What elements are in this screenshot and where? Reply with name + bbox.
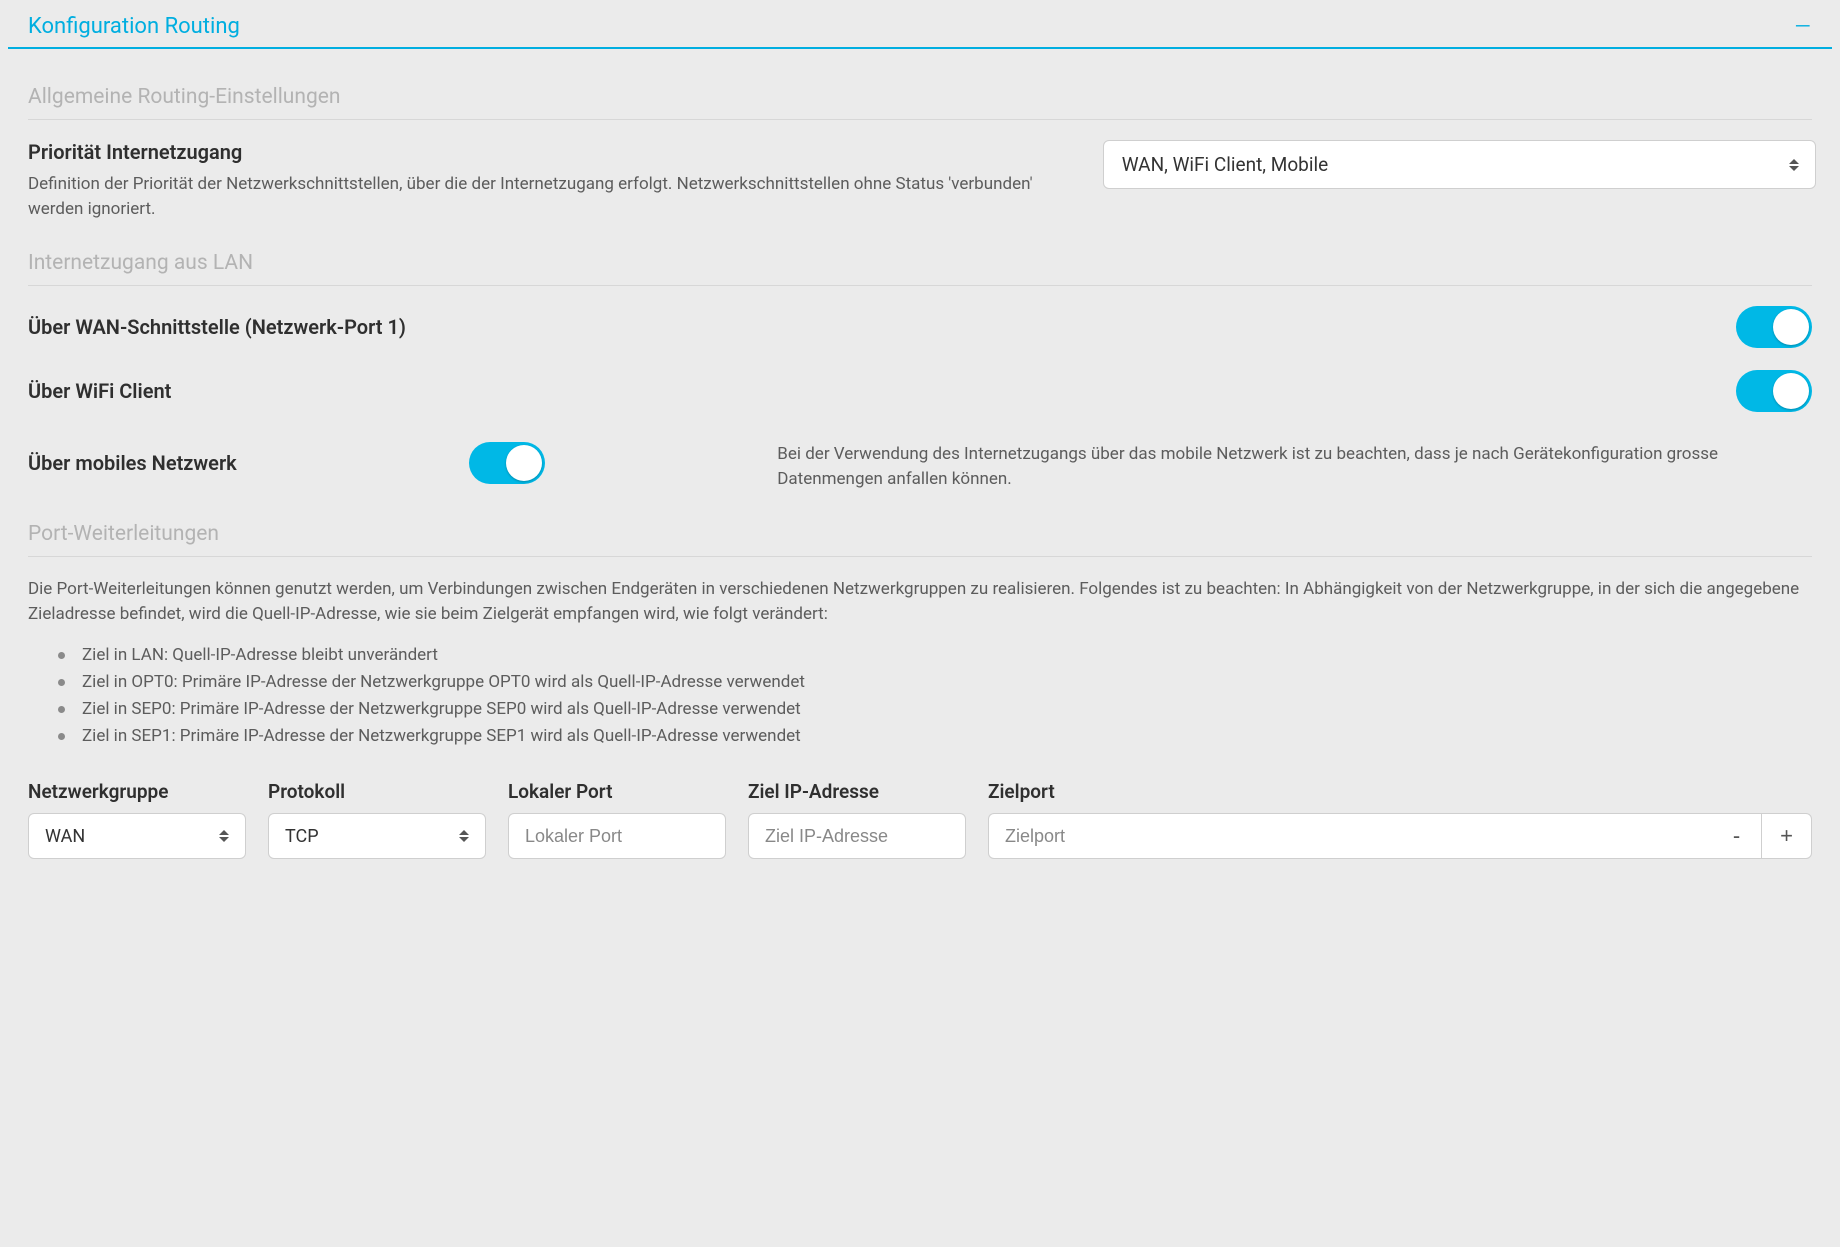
pf-targetport-group: - + [988, 813, 1812, 859]
section-general-heading: Allgemeine Routing-Einstellungen [28, 85, 1812, 120]
pf-col-targetip: Ziel IP-Adresse [748, 780, 966, 859]
section-lan-heading: Internetzugang aus LAN [28, 251, 1812, 286]
pf-netgroup-value: WAN [45, 826, 85, 847]
mobile-toggle-desc: Bei der Verwendung des Internetzugangs ü… [777, 442, 1812, 491]
chevron-updown-icon [1789, 158, 1799, 172]
routing-config-panel: Konfiguration Routing – Allgemeine Routi… [0, 0, 1840, 879]
mobile-toggle-label: Über mobiles Netzwerk [28, 451, 237, 475]
pf-localport-input[interactable] [508, 813, 726, 859]
mobile-toggle-row: Über mobiles Netzwerk Bei der Verwendung… [28, 434, 1812, 491]
priority-right: WAN, WiFi Client, Mobile [1103, 140, 1817, 189]
priority-select-value: WAN, WiFi Client, Mobile [1122, 153, 1328, 176]
toggle-knob [1773, 373, 1809, 409]
pf-col-targetport: Zielport - + [988, 780, 1812, 859]
pf-protocol-select[interactable]: TCP [268, 813, 486, 859]
collapse-button[interactable]: – [1794, 20, 1812, 34]
list-item: Ziel in OPT0: Primäre IP-Adresse der Net… [76, 669, 1812, 696]
priority-select[interactable]: WAN, WiFi Client, Mobile [1103, 140, 1817, 189]
wan-toggle-row: Über WAN-Schnittstelle (Netzwerk-Port 1) [28, 306, 1812, 348]
chevron-updown-icon [459, 829, 469, 843]
panel-header: Konfiguration Routing – [8, 10, 1832, 49]
list-item: Ziel in LAN: Quell-IP-Adresse bleibt unv… [76, 642, 1812, 669]
priority-desc: Definition der Priorität der Netzwerksch… [28, 172, 1063, 221]
pf-form-row: Netzwerkgruppe WAN Protokoll TCP Lokaler… [28, 780, 1812, 859]
pf-bullet-list: Ziel in LAN: Quell-IP-Adresse bleibt unv… [28, 642, 1812, 751]
chevron-updown-icon [219, 829, 229, 843]
wifi-toggle-label: Über WiFi Client [28, 379, 171, 403]
list-item: Ziel in SEP1: Primäre IP-Adresse der Net… [76, 723, 1812, 750]
add-row-button[interactable]: + [1762, 813, 1812, 859]
wifi-toggle[interactable] [1736, 370, 1812, 412]
pf-targetip-input[interactable] [748, 813, 966, 859]
pf-col-protocol: Protokoll TCP [268, 780, 486, 859]
pf-targetip-label: Ziel IP-Adresse [748, 780, 966, 803]
wan-toggle-label: Über WAN-Schnittstelle (Netzwerk-Port 1) [28, 315, 406, 339]
pf-protocol-value: TCP [285, 826, 319, 847]
pf-localport-label: Lokaler Port [508, 780, 726, 803]
remove-row-button[interactable]: - [1712, 813, 1762, 859]
pf-intro-text: Die Port-Weiterleitungen können genutzt … [28, 577, 1812, 628]
pf-netgroup-select[interactable]: WAN [28, 813, 246, 859]
wifi-toggle-row: Über WiFi Client [28, 370, 1812, 412]
wan-toggle[interactable] [1736, 306, 1812, 348]
toggle-knob [506, 445, 542, 481]
list-item: Ziel in SEP0: Primäre IP-Adresse der Net… [76, 696, 1812, 723]
toggle-knob [1773, 309, 1809, 345]
pf-col-netgroup: Netzwerkgruppe WAN [28, 780, 246, 859]
mobile-toggle[interactable] [469, 442, 545, 484]
pf-protocol-label: Protokoll [268, 780, 486, 803]
pf-targetport-label: Zielport [988, 780, 1812, 803]
pf-netgroup-label: Netzwerkgruppe [28, 780, 246, 803]
panel-body: Allgemeine Routing-Einstellungen Priorit… [8, 49, 1832, 859]
priority-row: Priorität Internetzugang Definition der … [28, 140, 1812, 221]
pf-targetport-input[interactable] [988, 813, 1712, 859]
panel-title: Konfiguration Routing [28, 14, 240, 39]
section-pf-heading: Port-Weiterleitungen [28, 522, 1812, 557]
priority-label: Priorität Internetzugang [28, 140, 1063, 164]
pf-col-localport: Lokaler Port [508, 780, 726, 859]
priority-left: Priorität Internetzugang Definition der … [28, 140, 1063, 221]
